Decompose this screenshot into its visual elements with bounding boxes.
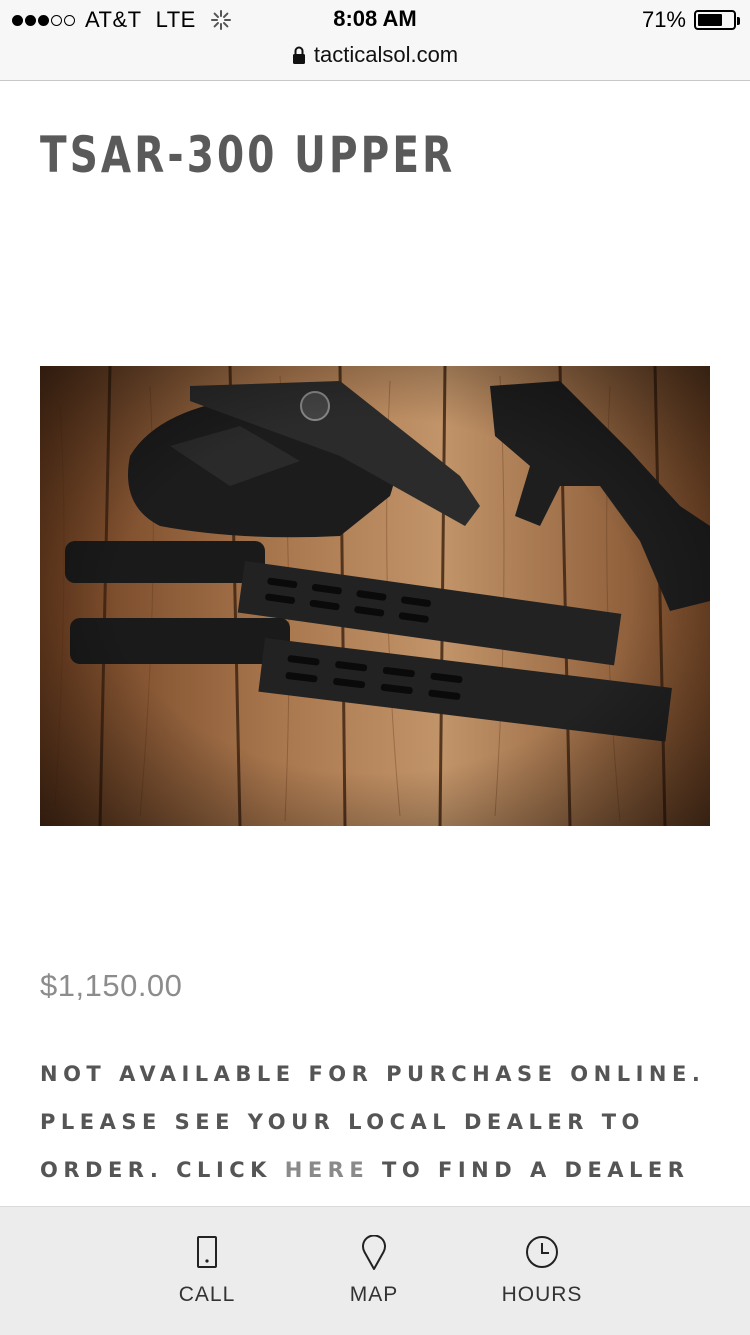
bottom-nav: CALL MAP HOURS [0, 1206, 750, 1335]
product-price: $1,150.00 [40, 968, 183, 1003]
product-title: TSAR-300 UPPER [40, 126, 456, 184]
status-time: 8:08 AM [333, 6, 417, 31]
map-pin-icon [362, 1235, 386, 1270]
clock-icon [526, 1236, 558, 1268]
product-image [40, 366, 710, 826]
phone-icon [197, 1236, 217, 1268]
battery-percent: 71% [641, 7, 686, 32]
page-url[interactable]: tacticalsol.com [314, 42, 458, 68]
find-dealer-link[interactable]: HERE [285, 1158, 369, 1182]
call-label: CALL [178, 1283, 236, 1306]
hours-button[interactable]: HOURS [472, 1207, 612, 1335]
lock-icon [292, 46, 305, 64]
call-button[interactable]: CALL [137, 1207, 277, 1335]
map-button[interactable]: MAP [304, 1207, 444, 1335]
map-label: MAP [349, 1283, 399, 1306]
address-bar[interactable]: tacticalsol.com [0, 40, 750, 70]
status-right: 71% [641, 7, 740, 33]
status-bar: AT&T LTE 8:08 AM 71% tacticalsol.com [0, 0, 750, 81]
hours-label: HOURS [501, 1283, 583, 1306]
battery-icon [694, 10, 740, 30]
